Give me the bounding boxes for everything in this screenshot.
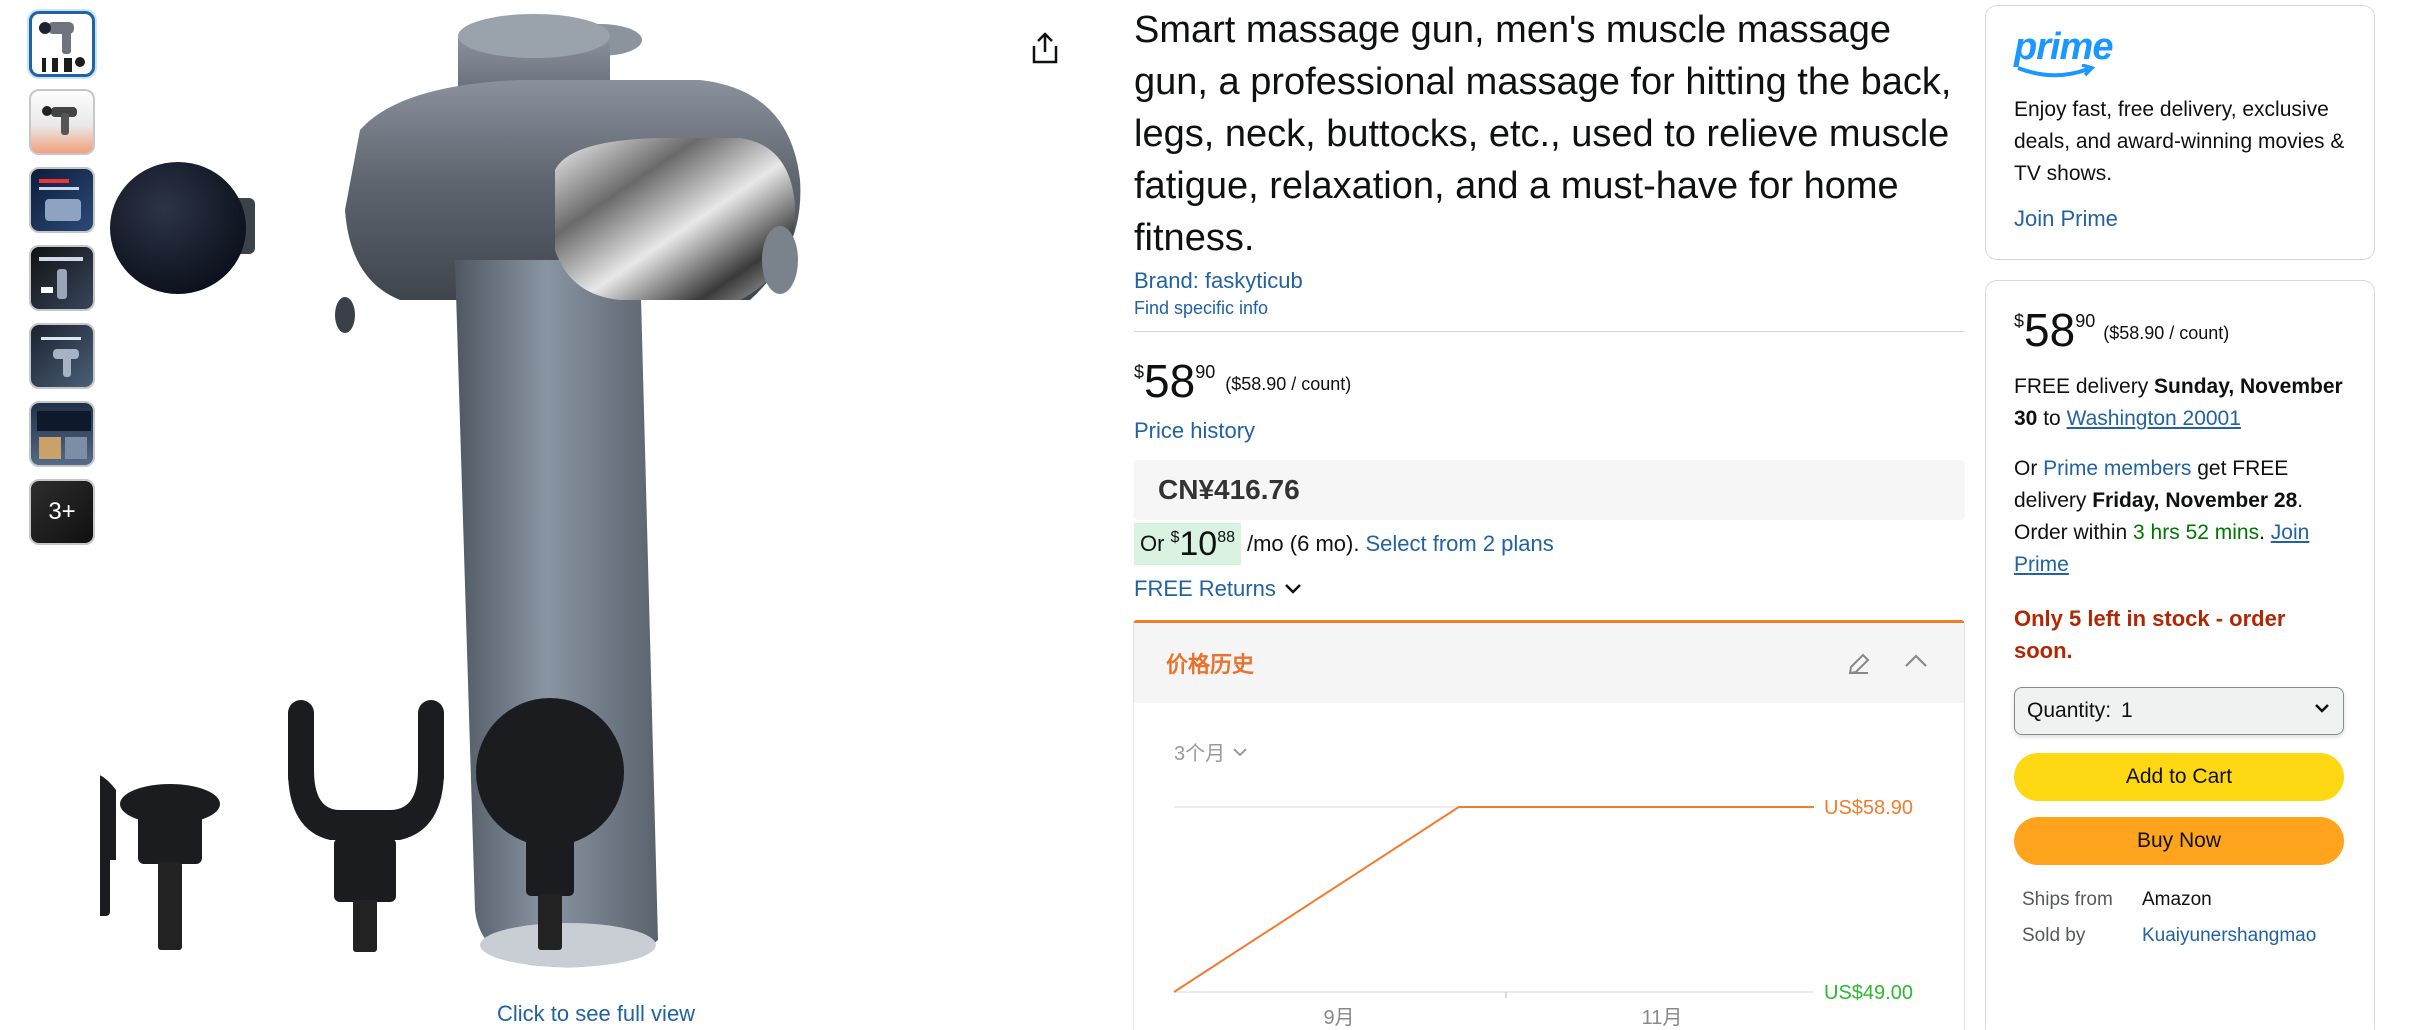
thumbnail-more[interactable]: 3+ — [29, 479, 95, 545]
price-per-unit: ($58.90 / count) — [1225, 374, 1352, 394]
thumbnail-strip: 3+ — [29, 11, 97, 557]
collapse-button[interactable] — [1904, 653, 1928, 674]
share-button[interactable] — [1025, 28, 1065, 68]
x-tick-label-2: 11月 — [1642, 1007, 1683, 1029]
product-details: Smart massage gun, men's muscle massage … — [1134, 0, 1966, 602]
main-product-image[interactable] — [63, 10, 1100, 990]
installment-fraction: 88 — [1217, 529, 1235, 546]
delivery-location-link[interactable]: Washington 20001 — [2067, 407, 2241, 430]
installment-prefix: Or — [1140, 531, 1165, 556]
product-thumb-icon — [42, 106, 77, 135]
chevron-down-icon — [1233, 747, 1247, 756]
more-images-label: 3+ — [48, 498, 76, 525]
feature-thumb-icon — [39, 179, 81, 221]
delivery-prefix: FREE delivery — [2014, 375, 2149, 398]
massage-gun-thumb-icon — [39, 22, 85, 72]
price-history-title: 价格历史 — [1166, 652, 1255, 677]
free-delivery-info: FREE delivery Sunday, November 30 to Was… — [2014, 371, 2346, 435]
price-fraction: 90 — [2075, 311, 2096, 331]
prime-logo-text: prime — [2014, 26, 2113, 68]
brand-link[interactable]: Brand: faskyticub — [1134, 268, 1966, 294]
price-history-chart: US$58.90 US$49.00 9月 11月 — [1173, 797, 1913, 1029]
free-returns-label: FREE Returns — [1134, 576, 1276, 601]
installment-term: /mo (6 mo). — [1246, 531, 1360, 556]
add-to-cart-button[interactable]: Add to Cart — [2014, 753, 2344, 801]
prime-promo: prime Enjoy fast, free delivery, exclusi… — [1985, 5, 2375, 260]
range-select[interactable]: 3个月 — [1174, 737, 1249, 766]
chevron-down-icon — [1284, 584, 1301, 594]
price-fraction: 90 — [1195, 362, 1216, 382]
join-prime-link[interactable]: Join Prime — [2014, 206, 2346, 232]
thumbnail-6[interactable] — [29, 401, 95, 467]
thumbnail-3[interactable] — [29, 167, 95, 233]
buy-box: $ 58 90 ($58.90 / count) FREE delivery S… — [1985, 280, 2375, 1030]
edit-button[interactable] — [1846, 651, 1872, 682]
y-label-max: US$58.90 — [1824, 797, 1913, 819]
prime-logo: prime — [2014, 28, 2346, 80]
thumbnail-5[interactable] — [29, 323, 95, 389]
fast-delivery-info: Or Prime members get FREE delivery Frida… — [2014, 457, 2310, 576]
quantity-value: 1 — [2121, 699, 2133, 722]
pencil-icon — [1848, 653, 1870, 675]
converted-price: CN¥416.76 — [1134, 460, 1965, 520]
seller-info: Ships from Amazon Sold by Kuaiyunershang… — [2014, 889, 2346, 947]
massage-gun-image — [63, 14, 801, 968]
x-tick-label-1: 9月 — [1323, 1007, 1354, 1029]
price-symbol: $ — [1134, 362, 1145, 382]
price-per-unit: ($58.90 / count) — [2103, 323, 2230, 343]
buy-box-price: $ 58 90 ($58.90 / count) — [2014, 307, 2346, 353]
stock-status: Only 5 left in stock - order soon. — [2014, 606, 2286, 663]
price: $ 58 90 ($58.90 / count) — [1134, 358, 1966, 404]
sold-by-label: Sold by — [2022, 925, 2086, 946]
feature-thumb-icon — [39, 257, 83, 299]
installment-symbol: $ — [1170, 529, 1180, 546]
thumbnail-2[interactable] — [29, 89, 95, 155]
price-symbol: $ — [2014, 311, 2025, 331]
divider — [1134, 331, 1965, 332]
delivery-to: to — [2043, 407, 2061, 430]
thumbnail-4[interactable] — [29, 245, 95, 311]
quantity-select[interactable]: Quantity: 1 — [2014, 687, 2344, 735]
prime-members-link[interactable]: Prime members — [2043, 457, 2191, 480]
select-plans-link[interactable]: Select from 2 plans — [1365, 531, 1553, 557]
or-text: Or — [2014, 457, 2038, 480]
price-history-panel: 价格历史 3个月 US$58.90 US$49.00 9月 11月 — [1133, 620, 1965, 1030]
share-icon — [1032, 32, 1058, 64]
feature-thumb-icon — [37, 411, 91, 459]
installment-amount: Or $ 10 88 — [1134, 523, 1241, 565]
fast-delivery-date: Friday, November 28 — [2092, 489, 2298, 512]
price-series-line — [1173, 806, 1814, 993]
y-label-min: US$49.00 — [1824, 982, 1913, 1004]
free-returns-toggle[interactable]: FREE Returns — [1134, 576, 1966, 602]
product-title: Smart massage gun, men's muscle massage … — [1134, 9, 1952, 259]
buy-now-button[interactable]: Buy Now — [2014, 817, 2344, 865]
ships-from-label: Ships from — [2022, 889, 2113, 910]
seller-link[interactable]: Kuaiyunershangmao — [2142, 925, 2346, 947]
chevron-up-icon — [1905, 654, 1927, 667]
quantity-label: Quantity: — [2027, 699, 2112, 722]
installment-offer: Or $ 10 88 /mo (6 mo). Select from 2 pla… — [1134, 522, 1966, 566]
feature-thumb-icon — [41, 337, 81, 377]
countdown-timer: 3 hrs 52 mins — [2133, 521, 2260, 544]
find-specific-info-link[interactable]: Find specific info — [1134, 298, 1966, 319]
installment-whole: 10 — [1179, 525, 1218, 563]
price-history-link[interactable]: Price history — [1134, 418, 1966, 444]
thumbnail-1[interactable] — [29, 11, 95, 77]
range-label: 3个月 — [1174, 743, 1226, 765]
see-full-view-link[interactable]: Click to see full view — [497, 1001, 695, 1027]
ships-from-value: Amazon — [2142, 889, 2212, 910]
price-history-header: 价格历史 — [1134, 623, 1964, 703]
price-whole: 58 — [1144, 355, 1196, 407]
order-within-text: Order within — [2014, 521, 2128, 544]
price-whole: 58 — [2024, 304, 2076, 356]
prime-description: Enjoy fast, free delivery, exclusive dea… — [2014, 98, 2345, 185]
chevron-down-icon — [2315, 704, 2329, 713]
